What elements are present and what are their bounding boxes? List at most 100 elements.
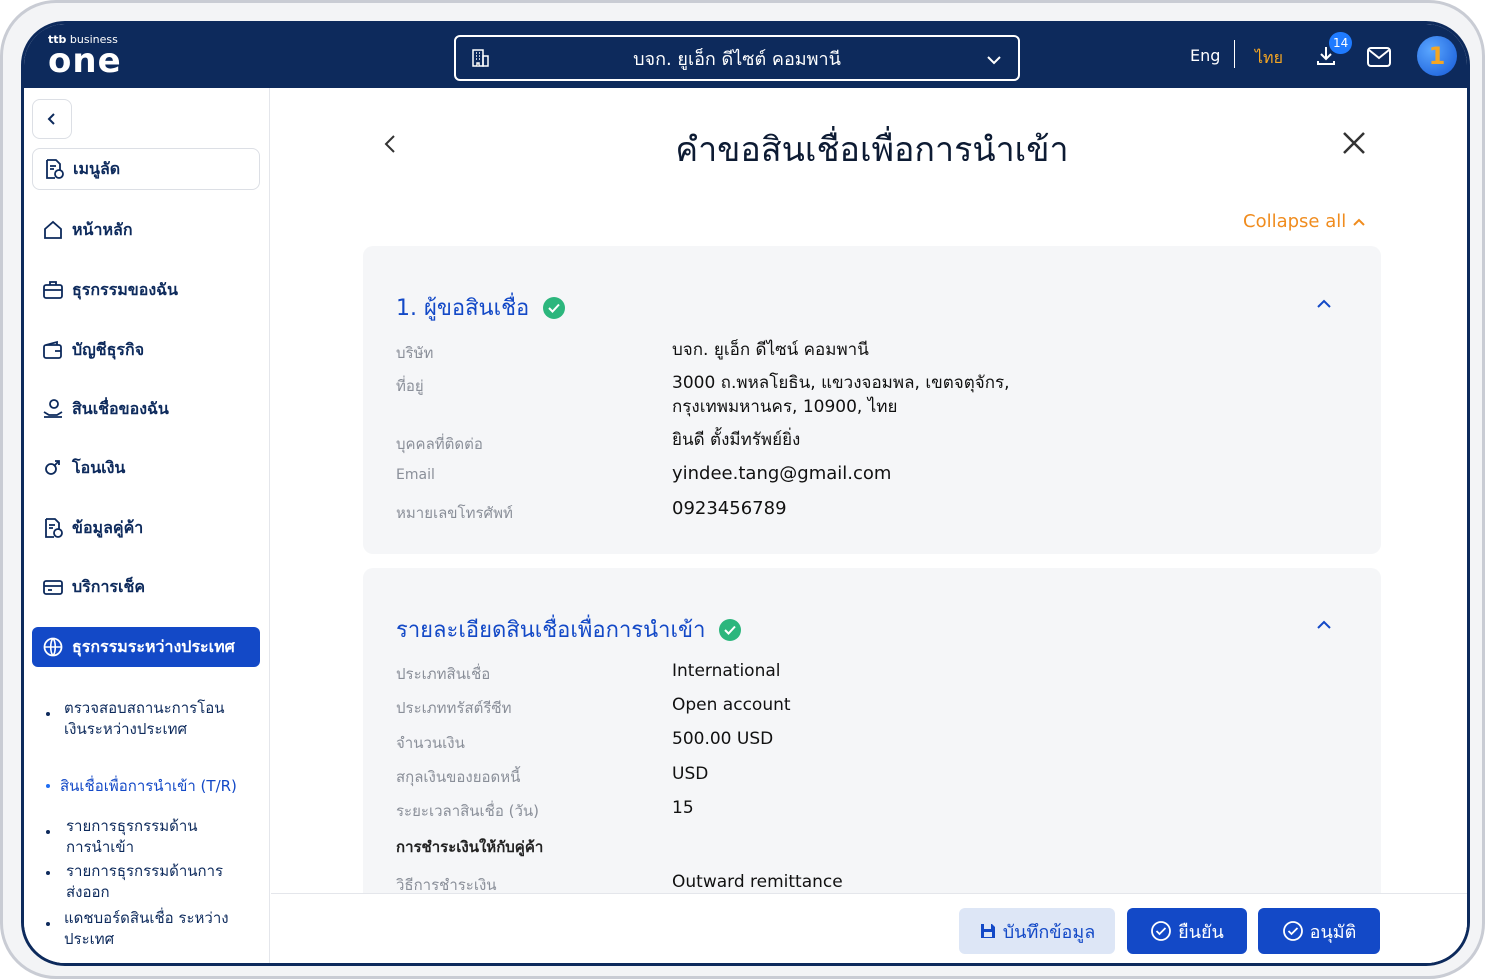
confirm-button-label: ยืนยัน xyxy=(1178,921,1224,943)
sidebar-subitem-label: สินเชื่อเพื่อการนำเข้า (T/R) xyxy=(60,777,237,795)
bullet xyxy=(46,712,50,716)
loan-type-label: ประเภทสินเชื่อ xyxy=(396,665,491,683)
import-loan-details-section: รายละเอียดสินเชื่อเพื่อการนำเข้า ประเภทส… xyxy=(363,568,1381,928)
shortcut-doc-icon xyxy=(46,159,64,179)
company-value: บจก. ยูเอ็ก ดีไซน์ คอมพานี xyxy=(672,340,869,360)
sidebar-item-business-account[interactable]: บัญชีธุรกิจ xyxy=(32,330,260,370)
logo-main: one xyxy=(48,41,122,81)
chevron-left-icon xyxy=(47,113,55,125)
address-value-line1: 3000 ถ.พหลโยธิน, แขวงจอมพล, เขตจตุจักร, xyxy=(672,373,1010,393)
approve-button-label: อนุมัติ xyxy=(1309,921,1357,943)
sidebar-item-home[interactable]: หน้าหลัก xyxy=(32,210,260,250)
email-label: Email xyxy=(396,467,435,483)
trust-receipt-type-label: ประเภททรัสต์รีซีท xyxy=(396,699,512,717)
payment-method-value: Outward remittance xyxy=(672,872,843,892)
company-name: บจก. ยูเอ็ก ดีไซต์ คอมพานี xyxy=(633,48,841,70)
sidebar-subitem-import-transactions[interactable]: รายการธุรกรรมด้านการนำเข้า xyxy=(46,816,260,858)
ttb-business-one-logo[interactable]: ttb business one xyxy=(48,34,122,81)
floppy-disk-icon xyxy=(980,924,995,938)
loan-icon xyxy=(43,399,63,418)
sidebar-item-partner-info[interactable]: ข้อมูลคู่ค้า xyxy=(32,508,260,548)
sidebar-item-my-loans[interactable]: สินเชื่อของฉัน xyxy=(32,389,260,429)
home-icon xyxy=(44,220,62,239)
save-button[interactable]: บันทึกข้อมูล xyxy=(959,908,1115,954)
contact-value: ยินดี ตั้งมีทรัพย์ยิ่ง xyxy=(672,430,801,450)
cheque-icon xyxy=(43,580,63,595)
collapse-all-link[interactable]: Collapse all xyxy=(1243,211,1366,232)
phone-label: หมายเลขโทรศัพท์ xyxy=(396,504,513,522)
sidebar-item-international[interactable]: ธุรกรรมระหว่างประเทศ xyxy=(32,627,260,667)
chevron-up-icon[interactable] xyxy=(1314,294,1334,314)
phone-value: 0923456789 xyxy=(672,498,787,519)
device-frame: ttb business one บจก. ยูเอ็ก ดีไซต์ คอมพ… xyxy=(0,0,1485,979)
sidebar-item-transfer[interactable]: โอนเงิน xyxy=(32,448,260,488)
email-value: yindee.tang@gmail.com xyxy=(672,463,892,484)
sidebar-item-label: บริการเช็ค xyxy=(72,576,146,596)
applicant-section-title[interactable]: 1. ผู้ขอสินเชื่อ xyxy=(396,290,566,325)
loan-term-value: 15 xyxy=(672,798,694,818)
action-footer: บันทึกข้อมูล ยืนยัน อนุมัติ xyxy=(271,893,1467,963)
check-circle-icon xyxy=(543,296,566,319)
sidebar-shortcut-menu[interactable]: เมนูลัด xyxy=(32,148,260,190)
chevron-up-icon[interactable] xyxy=(1314,615,1334,635)
avatar-letter: 1 xyxy=(1428,42,1446,70)
lang-divider xyxy=(1234,40,1235,68)
main-content: คำขอสินเชื่อเพื่อการนำเข้า Collapse all … xyxy=(271,88,1467,963)
sidebar-subitem-trust-receipt[interactable]: สินเชื่อเพื่อการนำเข้า (T/R) xyxy=(46,776,260,797)
transfer-icon xyxy=(45,460,60,475)
section-title-text: รายละเอียดสินเชื่อเพื่อการนำเข้า xyxy=(396,618,706,643)
briefcase-icon xyxy=(43,281,63,299)
globe-icon xyxy=(43,637,63,657)
sidebar-subitem-loan-dashboard[interactable]: แดชบอร์ดสินเชื่อ ระหว่างประเทศ xyxy=(46,908,260,950)
check-circle-outline-icon xyxy=(1151,921,1172,941)
lang-english[interactable]: Eng xyxy=(1190,46,1220,65)
sidebar-item-label: ข้อมูลคู่ค้า xyxy=(72,517,144,537)
section-title-text: 1. ผู้ขอสินเชื่อ xyxy=(396,296,530,321)
app-screen: ttb business one บจก. ยูเอ็ก ดีไซต์ คอมพ… xyxy=(21,21,1470,966)
sidebar-subitem-transfer-status[interactable]: ตรวจสอบสถานะการโอนเงินระหว่างประเทศ xyxy=(46,698,260,740)
sidebar-collapse-button[interactable] xyxy=(32,99,72,139)
wallet-icon xyxy=(43,340,62,359)
chevron-down-icon xyxy=(987,56,1001,65)
sidebar-shortcut-label: เมนูลัด xyxy=(73,158,121,178)
sidebar-item-my-transactions[interactable]: ธุรกรรมของฉัน xyxy=(32,270,260,310)
address-value-line2: กรุงเทพมหานคร, 10900, ไทย xyxy=(672,397,898,417)
trust-receipt-type-value: Open account xyxy=(672,695,791,715)
close-icon[interactable] xyxy=(1339,128,1369,158)
company-label: บริษัท xyxy=(396,344,434,362)
applicant-section: 1. ผู้ขอสินเชื่อ บริษัท บจก. ยูเอ็ก ดีไซ… xyxy=(363,246,1381,554)
user-avatar[interactable]: 1 xyxy=(1417,36,1457,76)
bullet xyxy=(46,830,50,834)
address-label: ที่อยู่ xyxy=(396,377,424,395)
collapse-all-label: Collapse all xyxy=(1243,211,1347,232)
import-loan-details-title[interactable]: รายละเอียดสินเชื่อเพื่อการนำเข้า xyxy=(396,612,742,647)
sidebar-item-label: หน้าหลัก xyxy=(72,219,133,239)
sidebar-item-label: โอนเงิน xyxy=(72,457,126,477)
bullet xyxy=(46,784,50,788)
top-bar: ttb business one บจก. ยูเอ็ก ดีไซต์ คอมพ… xyxy=(24,24,1467,88)
bullet xyxy=(46,871,50,875)
sidebar-item-label: ธุรกรรมระหว่างประเทศ xyxy=(72,636,235,656)
company-selector[interactable]: บจก. ยูเอ็ก ดีไซต์ คอมพานี xyxy=(454,35,1020,81)
save-button-label: บันทึกข้อมูล xyxy=(1002,921,1096,943)
sidebar-subitem-label: ตรวจสอบสถานะการโอนเงินระหว่างประเทศ xyxy=(64,699,225,738)
amount-value: 500.00 USD xyxy=(672,729,774,749)
sidebar-subitem-label: รายการธุรกรรมด้านการนำเข้า xyxy=(66,817,198,856)
confirm-button[interactable]: ยืนยัน xyxy=(1127,908,1247,954)
sidebar-subitem-export-transactions[interactable]: รายการธุรกรรมด้านการส่งออก xyxy=(46,861,260,903)
sidebar-subitem-label: แดชบอร์ดสินเชื่อ ระหว่างประเทศ xyxy=(64,909,229,948)
page-title: คำขอสินเชื่อเพื่อการนำเข้า xyxy=(675,130,1069,170)
contact-label: บุคคลที่ติดต่อ xyxy=(396,435,483,453)
building-icon xyxy=(472,49,489,67)
sidebar-item-cheque-service[interactable]: บริการเช็ค xyxy=(32,567,260,607)
supplier-payment-subheading: การชำระเงินให้กับคู่ค้า xyxy=(396,838,544,856)
lang-thai[interactable]: ไทย xyxy=(1255,46,1283,71)
loan-term-label: ระยะเวลาสินเชื่อ (วัน) xyxy=(396,802,539,820)
sidebar: เมนูลัด หน้าหลัก ธุรกรรมของฉัน บัญชีธุรก… xyxy=(24,88,270,963)
mail-icon[interactable] xyxy=(1366,46,1392,68)
sidebar-item-label: ธุรกรรมของฉัน xyxy=(72,279,178,299)
approve-button[interactable]: อนุมัติ xyxy=(1258,908,1380,954)
sidebar-item-label: สินเชื่อของฉัน xyxy=(72,398,169,418)
check-circle-icon xyxy=(719,618,742,641)
amount-label: จำนวนเงิน xyxy=(396,734,465,752)
